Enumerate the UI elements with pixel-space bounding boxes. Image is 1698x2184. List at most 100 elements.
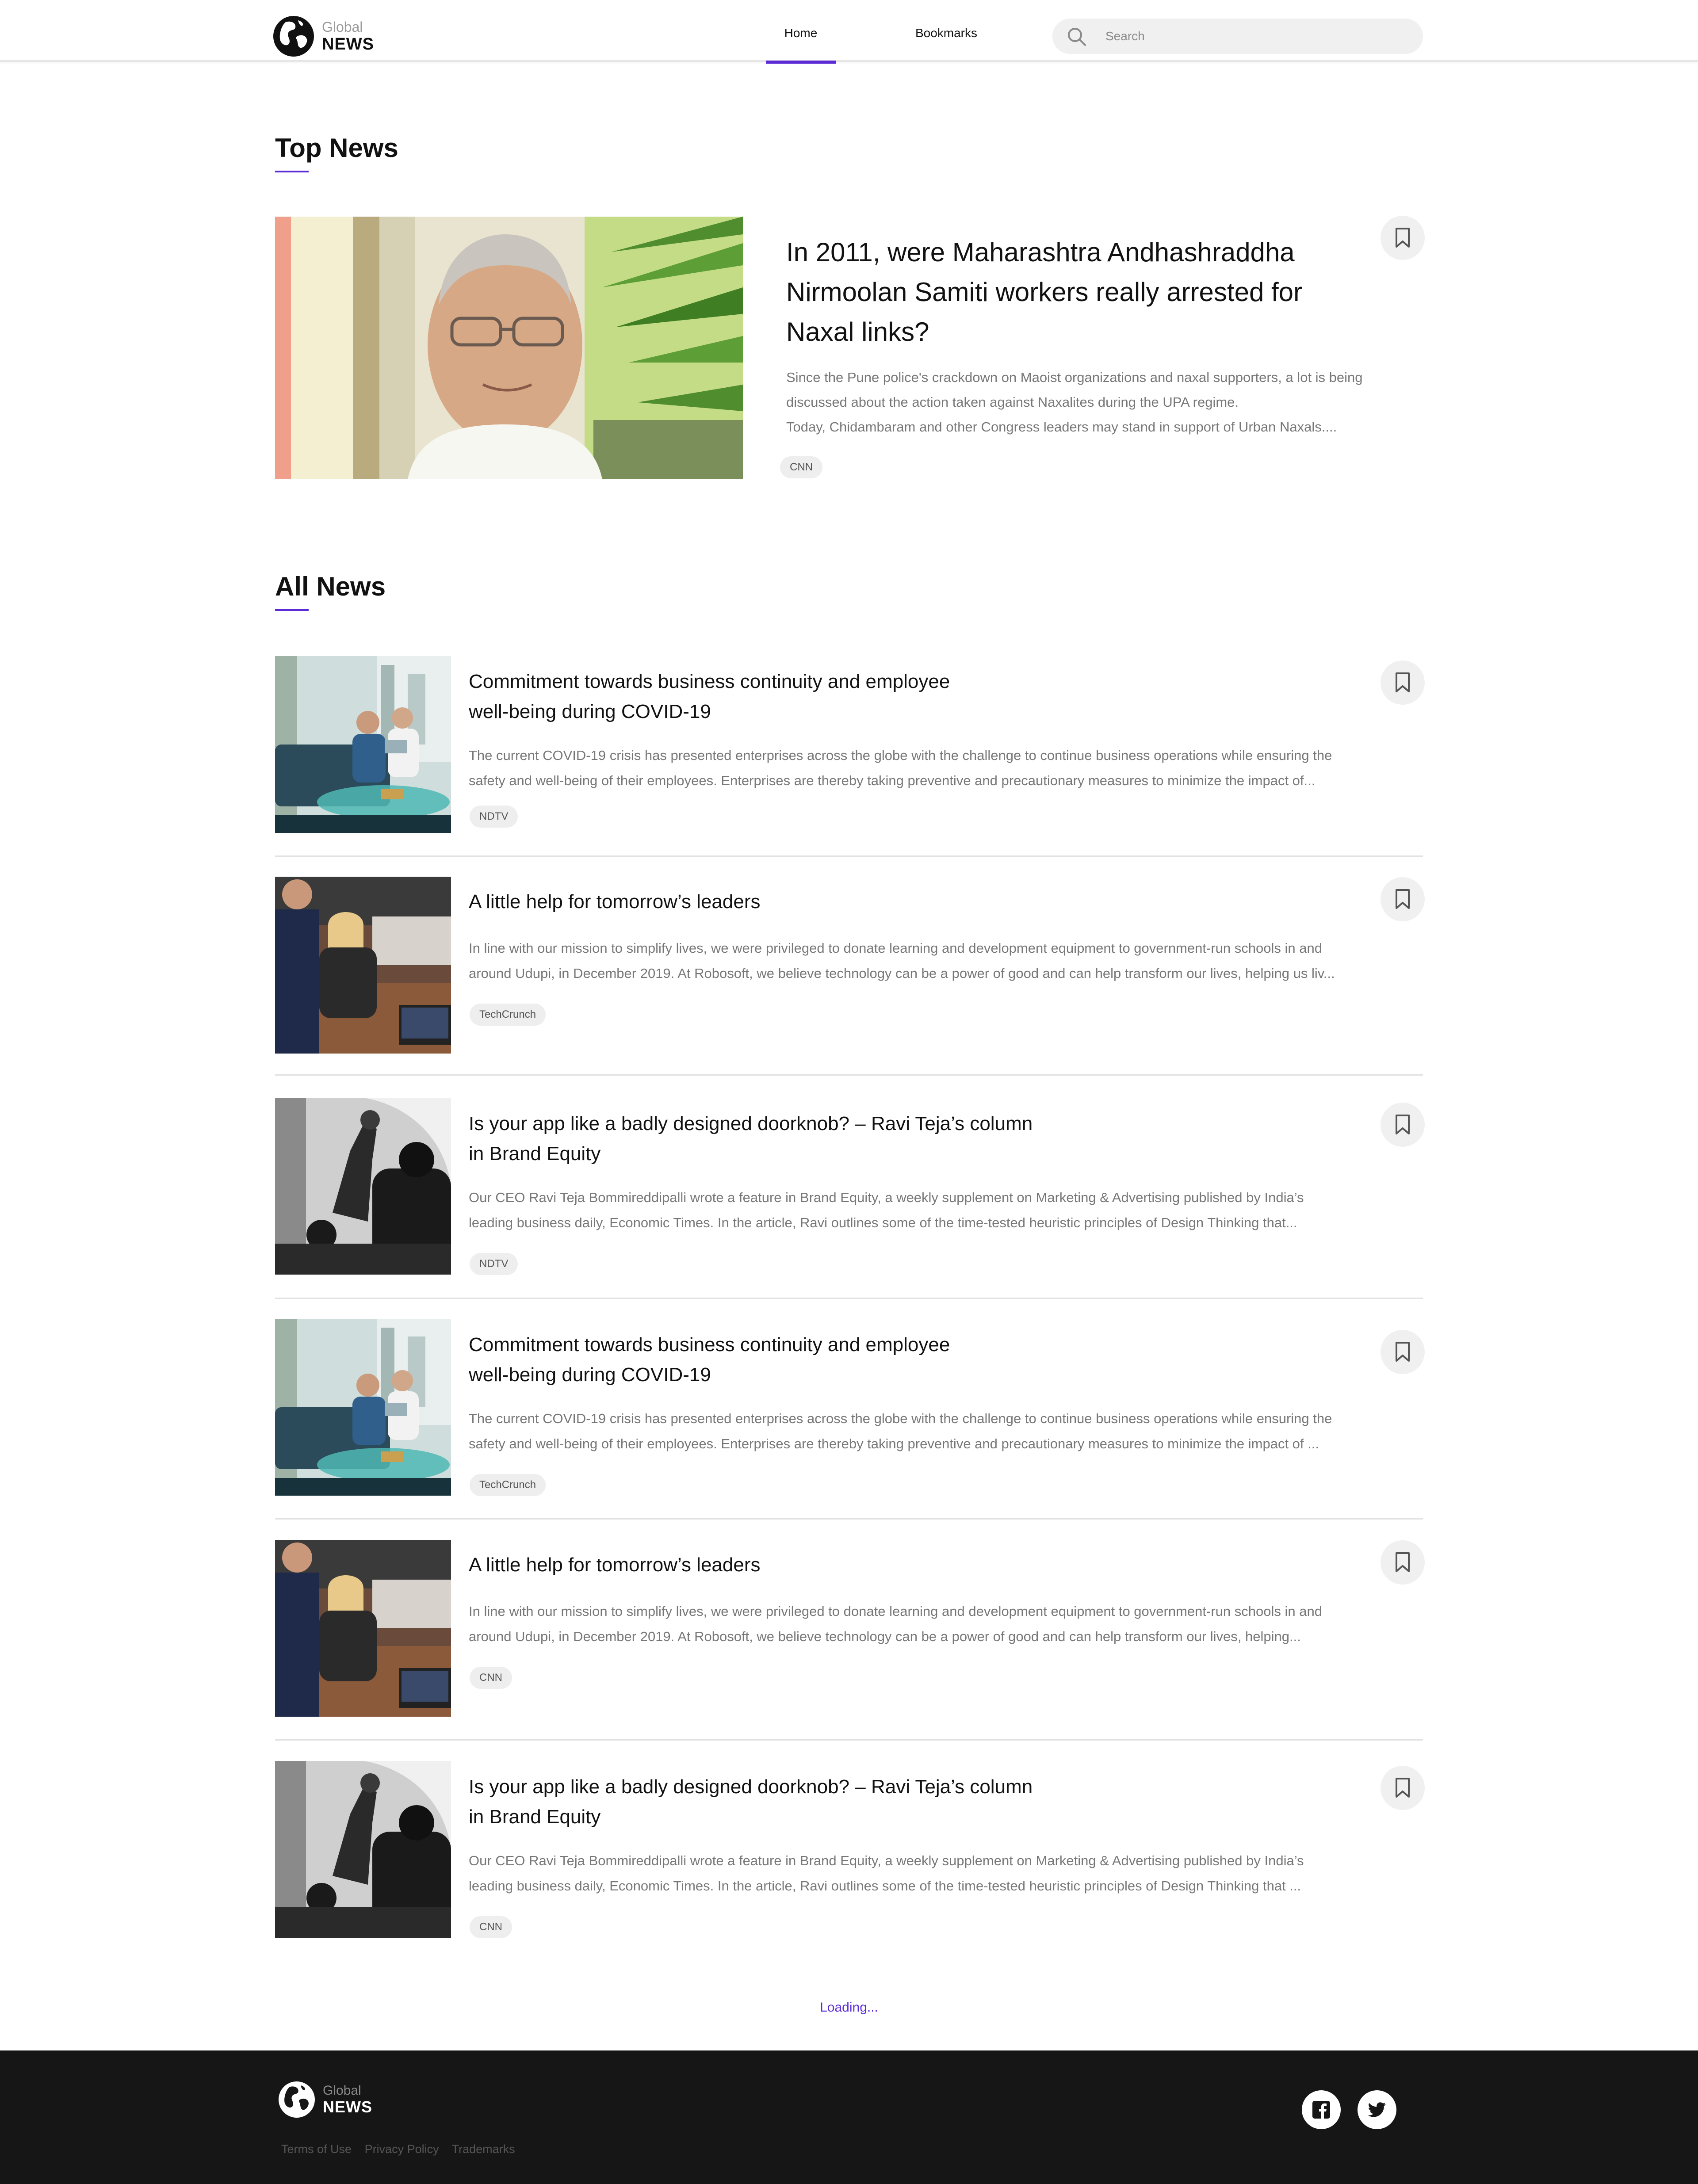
trademarks-link[interactable]: Trademarks: [452, 2142, 515, 2156]
top-news-desc-line: Since the Pune police's crackdown on Mao…: [786, 370, 1363, 385]
news-title-line: in Brand Equity: [469, 1806, 601, 1828]
top-news-image[interactable]: [275, 217, 743, 479]
top-news-title-line: Nirmoolan Samiti workers really arrested…: [786, 277, 1303, 307]
bookmark-button[interactable]: [1381, 1766, 1425, 1810]
search-icon[interactable]: [1067, 27, 1087, 47]
twitter-icon[interactable]: [1358, 2090, 1396, 2129]
news-desc-line: leading business daily, Economic Times. …: [469, 1878, 1301, 1894]
top-news-desc-line: Today, Chidambaram and other Congress le…: [786, 419, 1337, 435]
source-tag[interactable]: NDTV: [470, 806, 518, 828]
privacy-policy-link[interactable]: Privacy Policy: [365, 2142, 439, 2156]
top-news-title[interactable]: In 2011, were Maharashtra Andhashraddha …: [786, 233, 1361, 352]
source-tag[interactable]: NDTV: [470, 1253, 518, 1275]
bookmark-button[interactable]: [1381, 877, 1425, 921]
news-image-office[interactable]: [275, 656, 451, 833]
news-image-meeting[interactable]: [275, 1540, 451, 1717]
news-description: The current COVID-19 crisis has presente…: [469, 1406, 1428, 1456]
terms-of-use-link[interactable]: Terms of Use: [281, 2142, 352, 2156]
facebook-icon[interactable]: [1302, 2090, 1341, 2129]
news-title-line: in Brand Equity: [469, 1143, 601, 1165]
logo-text-news: NEWS: [323, 2098, 372, 2116]
news-title-line: Is your app like a badly designed doorkn…: [469, 1776, 1033, 1798]
news-desc-line: safety and well-being of their employees…: [469, 1436, 1319, 1451]
logo[interactable]: Global NEWS: [273, 16, 374, 57]
divider: [275, 1739, 1423, 1741]
news-desc-line: The current COVID-19 crisis has presente…: [469, 748, 1332, 763]
top-news-title-line: Naxal links?: [786, 317, 929, 347]
news-image-bw[interactable]: [275, 1098, 451, 1275]
news-title[interactable]: A little help for tomorrow’s leaders: [469, 887, 1088, 917]
news-title[interactable]: Is your app like a badly designed doorkn…: [469, 1772, 1088, 1832]
top-news-title-line: In 2011, were Maharashtra Andhashraddha: [786, 237, 1295, 267]
divider: [275, 1074, 1423, 1076]
news-title-line: A little help for tomorrow’s leaders: [469, 1554, 761, 1576]
search-bar: [1052, 19, 1423, 54]
bookmark-button[interactable]: [1381, 1330, 1425, 1374]
news-desc-line: leading business daily, Economic Times. …: [469, 1215, 1297, 1230]
news-title[interactable]: A little help for tomorrow’s leaders: [469, 1550, 1088, 1580]
footer: Global NEWS Terms of Use Privacy Policy …: [0, 2050, 1698, 2184]
news-title[interactable]: Is your app like a badly designed doorkn…: [469, 1109, 1088, 1169]
bookmark-icon: [1396, 1342, 1410, 1362]
news-desc-line: around Udupi, in December 2019. At Robos…: [469, 966, 1335, 981]
source-tag[interactable]: TechCrunch: [470, 1474, 546, 1496]
logo-text-global: Global: [322, 19, 363, 35]
news-title-line: well-being during COVID-19: [469, 1364, 711, 1386]
news-desc-line: Our CEO Ravi Teja Bommireddipalli wrote …: [469, 1853, 1304, 1868]
source-tag[interactable]: CNN: [780, 456, 822, 478]
news-title-line: Commitment towards business continuity a…: [469, 1334, 950, 1355]
news-title[interactable]: Commitment towards business continuity a…: [469, 1330, 1088, 1390]
news-description: The current COVID-19 crisis has presente…: [469, 743, 1428, 793]
news-description: In line with our mission to simplify liv…: [469, 1599, 1428, 1649]
bookmark-icon: [1396, 672, 1410, 692]
all-news-heading: All News: [275, 572, 386, 601]
top-news-description: Since the Pune police's crackdown on Mao…: [786, 365, 1427, 439]
news-title-line: well-being during COVID-19: [469, 701, 711, 722]
news-desc-line: safety and well-being of their employees…: [469, 773, 1316, 788]
heading-underline: [275, 171, 309, 172]
logo-text-news: NEWS: [322, 35, 374, 53]
footer-links: Terms of Use Privacy Policy Trademarks: [281, 2142, 525, 2156]
news-title-line: Is your app like a badly designed doorkn…: [469, 1113, 1033, 1134]
news-title-line: A little help for tomorrow’s leaders: [469, 891, 761, 913]
footer-logo[interactable]: Global NEWS: [279, 2081, 372, 2118]
news-title[interactable]: Commitment towards business continuity a…: [469, 667, 1088, 727]
news-title-line: Commitment towards business continuity a…: [469, 671, 950, 692]
news-image-meeting[interactable]: [275, 877, 451, 1054]
news-desc-line: The current COVID-19 crisis has presente…: [469, 1411, 1332, 1426]
search-input[interactable]: [1105, 19, 1406, 54]
logo-text-global: Global: [323, 2083, 361, 2098]
bookmark-button[interactable]: [1381, 1103, 1425, 1147]
news-description: In line with our mission to simplify liv…: [469, 935, 1428, 986]
bookmark-button[interactable]: [1381, 1540, 1425, 1585]
header: Global NEWS Home Bookmarks: [0, 0, 1698, 64]
news-description: Our CEO Ravi Teja Bommireddipalli wrote …: [469, 1185, 1428, 1235]
globe-icon: [279, 2081, 315, 2118]
news-image-bw[interactable]: [275, 1761, 451, 1938]
bookmark-icon: [1396, 228, 1410, 248]
bookmark-icon: [1396, 1778, 1410, 1798]
nav-bookmarks-tab[interactable]: Bookmarks: [898, 0, 995, 62]
source-tag[interactable]: TechCrunch: [470, 1004, 546, 1026]
source-tag[interactable]: CNN: [470, 1916, 512, 1938]
divider: [275, 1298, 1423, 1299]
news-image-office[interactable]: [275, 1319, 451, 1496]
bookmark-icon: [1396, 1115, 1410, 1134]
bookmark-button[interactable]: [1381, 216, 1425, 260]
bookmark-button[interactable]: [1381, 661, 1425, 705]
top-news-desc-line: discussed about the action taken against…: [786, 394, 1239, 410]
nav-home-tab[interactable]: Home: [766, 0, 836, 64]
divider: [275, 1518, 1423, 1520]
divider: [275, 855, 1423, 857]
bookmark-icon: [1396, 1552, 1410, 1572]
news-desc-line: Our CEO Ravi Teja Bommireddipalli wrote …: [469, 1190, 1304, 1205]
top-news-heading: Top News: [275, 133, 398, 163]
globe-icon: [273, 16, 314, 57]
heading-underline: [275, 609, 309, 611]
news-desc-line: In line with our mission to simplify liv…: [469, 940, 1322, 956]
source-tag[interactable]: CNN: [470, 1667, 512, 1689]
bookmark-icon: [1396, 889, 1410, 909]
news-description: Our CEO Ravi Teja Bommireddipalli wrote …: [469, 1848, 1428, 1898]
news-desc-line: In line with our mission to simplify liv…: [469, 1604, 1322, 1619]
news-desc-line: around Udupi, in December 2019. At Robos…: [469, 1629, 1301, 1644]
